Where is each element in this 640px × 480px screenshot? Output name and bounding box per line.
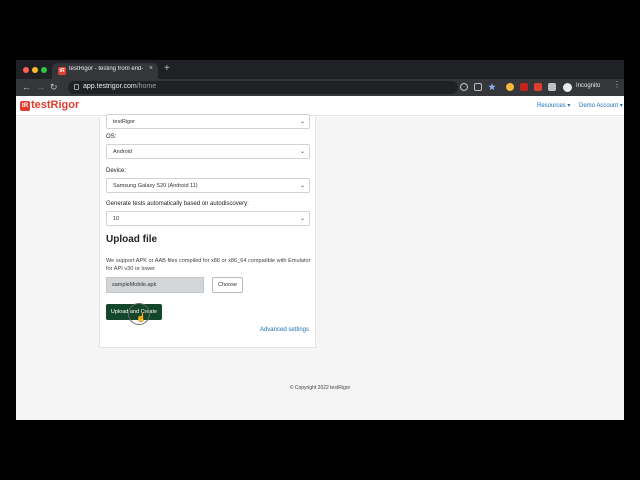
browser-menu-icon[interactable]: ⋮ — [613, 81, 621, 89]
forward-button[interactable]: → — [36, 82, 45, 92]
autodiscovery-select[interactable]: 10 ⌄ — [106, 211, 310, 226]
upload-description: We support APK or AAB files compiled for… — [106, 258, 311, 272]
top-select-value: testRigor — [113, 119, 136, 125]
resources-menu[interactable]: Resources ▾ — [537, 102, 570, 109]
os-select[interactable]: Android ⌄ — [106, 144, 310, 159]
incognito-icon[interactable] — [563, 83, 572, 92]
app-header: tR testRigor Resources ▾ Demo Account ▾ — [16, 96, 624, 116]
chevron-down-icon: ⌄ — [299, 216, 305, 222]
copyright-text: © Copyright 2022 testRigor — [289, 385, 351, 391]
os-label: OS: — [106, 134, 117, 140]
eye-off-icon[interactable] — [474, 83, 482, 91]
url-text: app.testrigor.com/home — [83, 83, 156, 90]
device-select[interactable]: Samsung Galaxy S20 (Android 11) ⌄ — [106, 178, 310, 193]
browser-window: tR testRigor - testing from end-u × + ← … — [16, 60, 624, 420]
autodiscovery-label: Generate tests automatically based on au… — [106, 201, 249, 207]
advanced-settings-link[interactable]: Advanced settings — [260, 327, 309, 333]
search-icon[interactable] — [460, 83, 468, 91]
minimize-window-button[interactable] — [32, 67, 38, 73]
tab-title: testRigor - testing from end-u — [69, 66, 143, 72]
logo-text[interactable]: testRigor — [31, 99, 79, 111]
testrigor-extension-icon[interactable] — [534, 83, 542, 91]
file-name-text: sampleMobile.apk — [112, 282, 157, 288]
os-select-value: Android — [113, 149, 132, 155]
testrigor-favicon-icon: tR — [58, 67, 66, 75]
device-label: Device: — [106, 168, 127, 174]
chevron-down-icon: ⌄ — [299, 149, 305, 155]
star-icon[interactable] — [488, 83, 496, 91]
chevron-down-icon: ⌄ — [299, 183, 305, 189]
hand-cursor-icon: ☝ — [136, 313, 146, 322]
chevron-down-icon: ⌄ — [299, 119, 305, 125]
account-menu[interactable]: Demo Account ▾ — [579, 102, 623, 109]
main-content: testRigor ⌄ OS: Android ⌄ Device: Samsun… — [16, 114, 624, 420]
back-button[interactable]: ← — [22, 82, 31, 92]
reload-button[interactable]: ↻ — [50, 82, 58, 92]
create-suite-card: testRigor ⌄ OS: Android ⌄ Device: Samsun… — [99, 114, 316, 348]
incognito-label[interactable]: Incognito — [576, 83, 600, 89]
autodiscovery-select-value: 10 — [113, 216, 120, 222]
testrigor-logo-icon[interactable]: tR — [20, 101, 30, 111]
browser-tab[interactable]: tR testRigor - testing from end-u × — [52, 63, 158, 79]
puzzle-icon[interactable] — [548, 83, 556, 91]
new-tab-button[interactable]: + — [164, 64, 170, 74]
tab-close-icon[interactable]: × — [149, 65, 153, 72]
tab-strip: tR testRigor - testing from end-u × + — [16, 60, 624, 79]
url-path: /home — [136, 83, 157, 90]
top-select[interactable]: testRigor ⌄ — [106, 114, 310, 129]
address-bar[interactable]: app.testrigor.com/home — [68, 81, 458, 94]
lock-icon — [74, 84, 79, 90]
browser-toolbar: ← → ↻ app.testrigor.com/home Incognito ⋮ — [16, 79, 624, 96]
extension-emoji-icon[interactable] — [506, 83, 514, 91]
zoom-window-button[interactable] — [41, 67, 47, 73]
choose-file-button[interactable]: Choose — [212, 277, 243, 293]
close-window-button[interactable] — [23, 67, 29, 73]
file-name-field[interactable]: sampleMobile.apk — [106, 277, 204, 293]
extension-red-icon[interactable] — [520, 83, 528, 91]
upload-file-heading: Upload file — [106, 234, 158, 245]
device-select-value: Samsung Galaxy S20 (Android 11) — [113, 183, 198, 189]
url-host: app.testrigor.com — [83, 83, 137, 90]
